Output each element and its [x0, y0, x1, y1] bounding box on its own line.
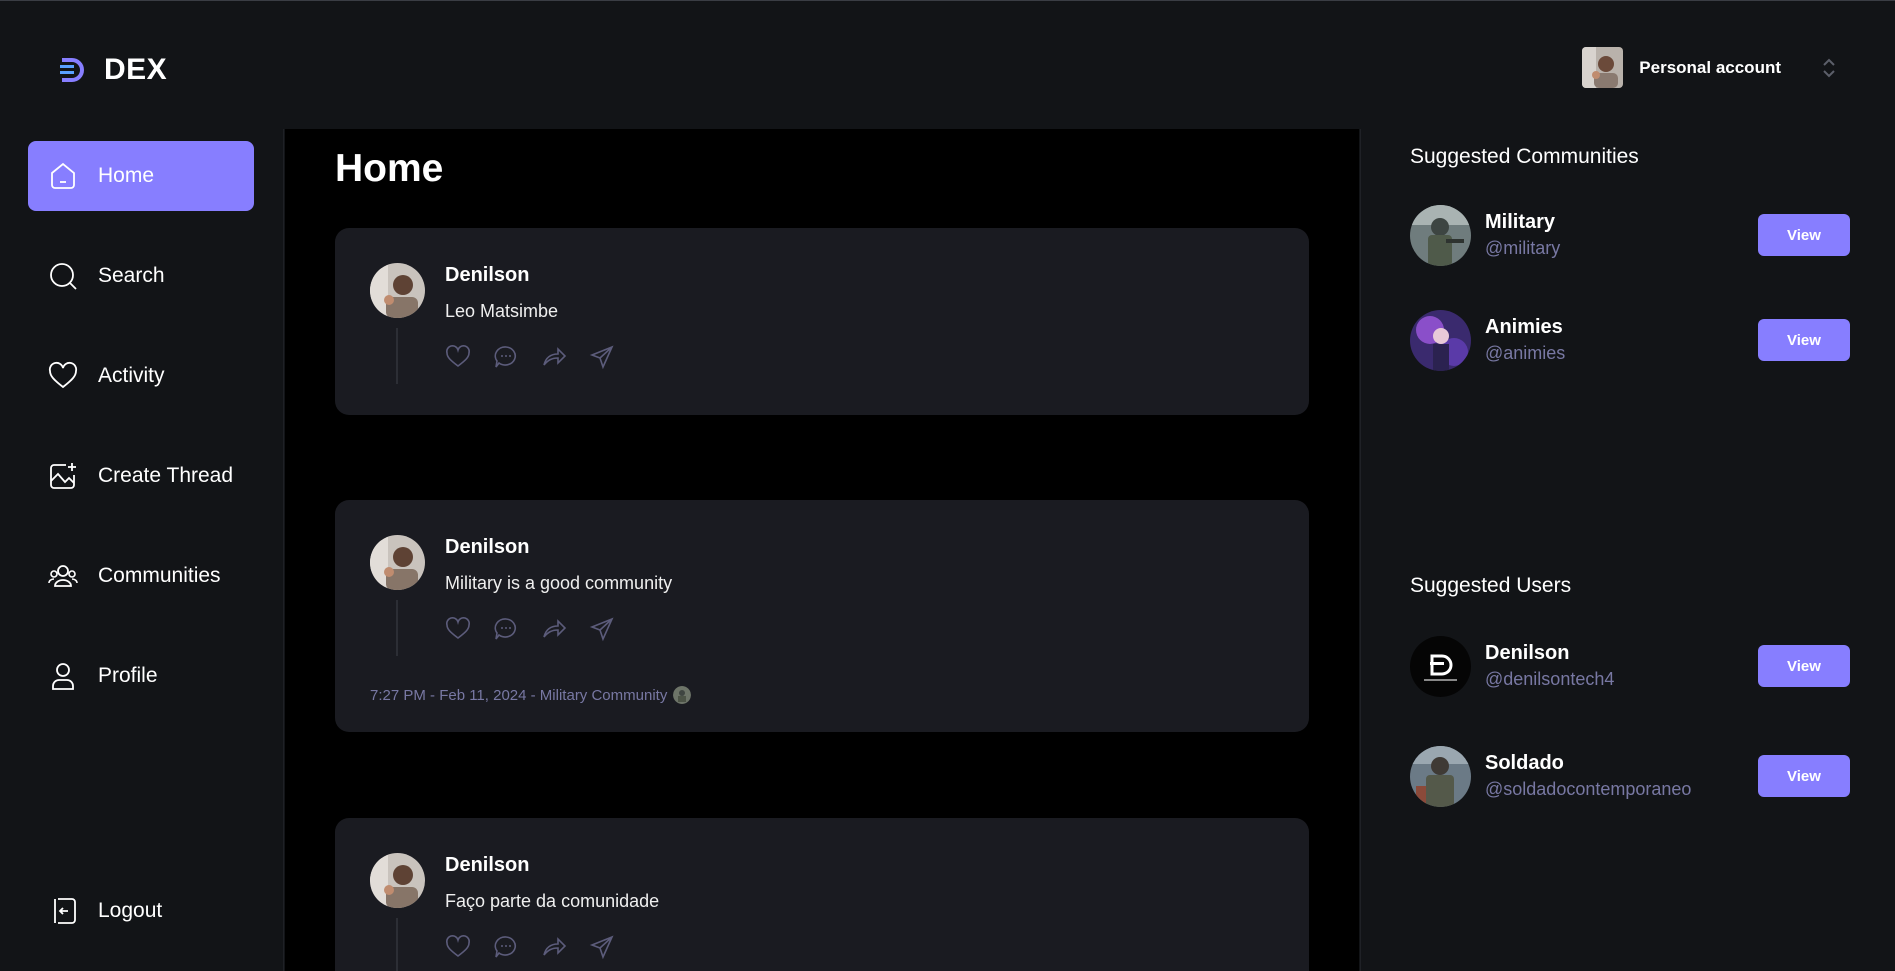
sidebar-item-label: Activity	[98, 364, 165, 387]
suggested-user-item: Denilson @denilsontech4 View	[1410, 636, 1850, 698]
sidebar-item-search[interactable]: Search	[28, 241, 254, 311]
user-name: Denilson	[1485, 642, 1570, 664]
main-feed: Home Denilson Leo Matsimbe Denilson Mili…	[285, 129, 1359, 971]
view-button[interactable]: View	[1758, 755, 1850, 797]
community-avatar[interactable]	[1410, 310, 1471, 371]
user-avatar[interactable]	[1410, 636, 1471, 697]
suggested-user-item: Soldado @soldadocontemporaneo View	[1410, 746, 1850, 808]
thread-actions	[445, 344, 637, 370]
user-handle: @denilsontech4	[1485, 669, 1615, 689]
thread-line	[396, 600, 398, 656]
community-avatar[interactable]	[1410, 205, 1471, 266]
sidebar-item-create-thread[interactable]: Create Thread	[28, 441, 254, 511]
share-icon[interactable]	[589, 934, 615, 960]
reply-icon[interactable]	[493, 344, 519, 370]
sidebar-item-label: Home	[98, 164, 155, 187]
avatar-photo-icon	[370, 535, 425, 590]
sidebar-item-label: Communities	[98, 564, 221, 587]
view-button[interactable]: View	[1758, 319, 1850, 361]
users-icon	[48, 565, 78, 587]
app-name: DEX	[104, 53, 168, 86]
heart-icon	[48, 361, 78, 389]
account-switcher[interactable]: Personal account	[1582, 47, 1837, 88]
heart-icon[interactable]	[445, 616, 471, 642]
community-photo-icon	[1410, 205, 1471, 266]
chevron-up-down-icon[interactable]	[1821, 57, 1837, 79]
search-icon	[50, 263, 77, 290]
share-icon[interactable]	[589, 344, 615, 370]
thread-meta-text: 7:27 PM - Feb 11, 2024 - Military Commun…	[370, 686, 668, 704]
community-photo-icon	[1410, 310, 1471, 371]
sidebar-item-communities[interactable]: Communities	[28, 541, 254, 611]
logout-icon	[54, 898, 76, 924]
left-sidebar: Home Search Activity Create Thread Commu…	[0, 129, 284, 971]
sidebar-item-home[interactable]: Home	[28, 141, 254, 211]
avatar-photo-icon	[1582, 47, 1624, 88]
thread-actions	[445, 934, 637, 960]
thread-author[interactable]: Denilson	[445, 536, 529, 559]
community-handle: @animies	[1485, 343, 1566, 363]
app-logo[interactable]: DEX	[58, 53, 167, 87]
thread-meta[interactable]: 7:27 PM - Feb 11, 2024 - Military Commun…	[370, 686, 692, 704]
thread-text: Leo Matsimbe	[445, 301, 559, 321]
heart-icon[interactable]	[445, 344, 471, 370]
user-photo-icon	[1410, 746, 1471, 807]
heart-icon[interactable]	[445, 934, 471, 960]
sidebar-item-label: Search	[98, 264, 165, 287]
user-name: Soldado	[1485, 752, 1564, 774]
community-name: Animies	[1485, 316, 1563, 338]
sidebar-item-label: Create Thread	[98, 464, 234, 487]
repost-icon[interactable]	[541, 344, 567, 370]
sidebar-item-label: Profile	[98, 664, 158, 687]
thread-text: Faço parte da comunidade	[445, 891, 660, 911]
thread-card[interactable]: Denilson Faço parte da comunidade	[335, 818, 1309, 971]
repost-icon[interactable]	[541, 934, 567, 960]
account-avatar	[1582, 47, 1624, 88]
share-icon[interactable]	[589, 616, 615, 642]
user-icon	[52, 663, 74, 690]
community-avatar	[673, 686, 692, 704]
view-button[interactable]: View	[1758, 645, 1850, 687]
thread-card[interactable]: Denilson Leo Matsimbe	[335, 228, 1309, 415]
sidebar-item-profile[interactable]: Profile	[28, 641, 254, 711]
thread-card[interactable]: Denilson Military is a good community 7:…	[335, 500, 1309, 732]
suggested-community-item: Military @military View	[1410, 205, 1850, 267]
logout-button[interactable]: Logout	[28, 876, 254, 946]
avatar-photo-icon	[370, 263, 425, 318]
thread-line	[396, 918, 398, 971]
thread-author[interactable]: Denilson	[445, 264, 529, 287]
page-title: Home	[335, 147, 444, 190]
reply-icon[interactable]	[493, 934, 519, 960]
account-label: Personal account	[1639, 57, 1781, 77]
view-button[interactable]: View	[1758, 214, 1850, 256]
right-sidebar: Suggested Communities Military @military…	[1360, 129, 1895, 971]
suggested-users-title: Suggested Users	[1410, 574, 1572, 597]
community-name: Military	[1485, 211, 1556, 233]
thread-author[interactable]: Denilson	[445, 854, 529, 877]
suggested-community-item: Animies @animies View	[1410, 310, 1850, 372]
thread-actions	[445, 616, 637, 642]
thread-text: Military is a good community	[445, 573, 673, 593]
author-avatar[interactable]	[370, 263, 425, 318]
reply-icon[interactable]	[493, 616, 519, 642]
sidebar-item-activity[interactable]: Activity	[28, 341, 254, 411]
user-avatar[interactable]	[1410, 746, 1471, 807]
create-image-icon	[50, 463, 76, 489]
author-avatar[interactable]	[370, 853, 425, 908]
user-handle: @soldadocontemporaneo	[1485, 779, 1692, 799]
avatar-photo-icon	[370, 853, 425, 908]
suggested-communities-title: Suggested Communities	[1410, 145, 1639, 168]
brand-logo-icon	[1410, 636, 1471, 697]
thread-line	[396, 328, 398, 384]
community-handle: @military	[1485, 238, 1561, 258]
author-avatar[interactable]	[370, 535, 425, 590]
logo-icon	[60, 58, 84, 82]
top-bar: DEX Personal account	[0, 0, 1895, 129]
repost-icon[interactable]	[541, 616, 567, 642]
logout-label: Logout	[98, 899, 163, 922]
community-photo-icon	[673, 686, 692, 704]
home-icon	[51, 162, 75, 189]
